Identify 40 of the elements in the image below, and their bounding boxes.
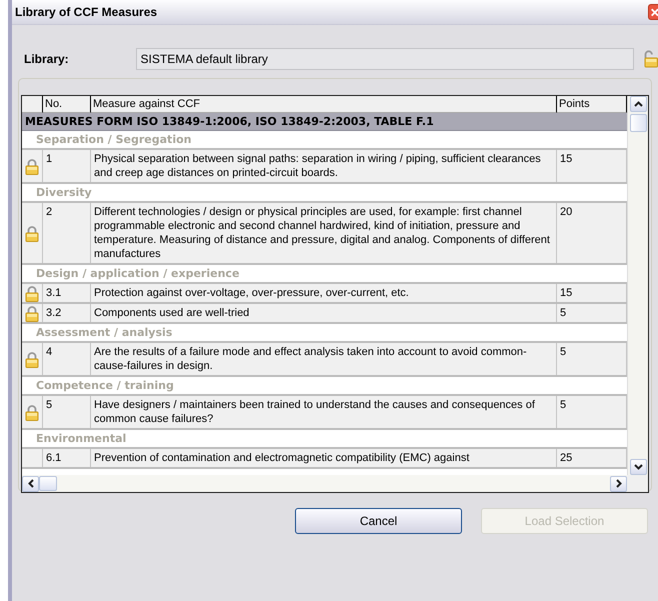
library-label: Library: [24,52,70,66]
padlock-icon [25,284,39,302]
number-cell: 5 [43,396,91,428]
column-header[interactable]: No. [43,96,91,113]
padlock-icon [25,304,39,322]
table-title-row: MEASURES FORM ISO 13849-1:2006, ISO 13849-2:2003, TABLE F.1 [22,113,627,131]
scroll-left-icon[interactable] [22,476,39,492]
scroll-thumb[interactable] [39,476,57,491]
measure-cell: Different technologies / design or physical principles are used, for example: first channel programmable electronic and second channel hardwired, kind of initiation, pressure and temperature. Measuring of distance and pressure, digital and analog. Components of different manufactures [91,203,557,263]
measure-cell: Have designers / maintainers been trained to understand the causes and consequences of common cause failures? [91,396,557,428]
scroll-up-icon[interactable] [630,96,646,112]
measure-cell: Protection against over-voltage, over-pressure, over-current, etc. [91,284,557,302]
measure-cell: Prevention of contamination and electromagnetic compatibility (EMC) against [91,449,557,467]
number-cell: 1 [43,150,91,182]
dialog-button[interactable]: Cancel [295,508,462,534]
padlock-icon [25,158,39,174]
number-cell: 6.1 [43,449,91,467]
measure-cell: Physical separation between signal paths: separation in wiring / piping, sufficient clearances and creep age distances on printed-circuit boards. [91,150,557,182]
padlock-icon [25,404,39,420]
number-cell: 3.1 [43,284,91,302]
column-header[interactable] [22,96,43,113]
scroll-thumb[interactable] [630,114,646,132]
measure-cell: Components used are well-tried [91,304,557,322]
scrollbar-corner [627,475,648,492]
scroll-down-icon[interactable] [630,459,646,475]
number-cell: 2 [43,203,91,263]
library-field[interactable]: SISTEMA default library [136,48,634,70]
measure-cell: Are the results of a failure mode and effect analysis taken into account to avoid common-cause-failures in design. [91,343,557,375]
scroll-right-icon[interactable] [610,476,627,492]
open-padlock-icon [642,50,658,68]
number-cell: 3.2 [43,304,91,322]
vertical-scrollbar[interactable] [627,96,648,475]
number-cell: 4 [43,343,91,375]
close-button[interactable] [648,4,658,20]
padlock-icon [25,350,39,368]
column-header[interactable]: Measure against CCF [91,96,557,113]
column-header[interactable]: Points [557,96,627,113]
window-title: Library of CCF Measures [15,5,158,19]
horizontal-scrollbar[interactable] [22,475,627,492]
padlock-icon [25,224,39,242]
